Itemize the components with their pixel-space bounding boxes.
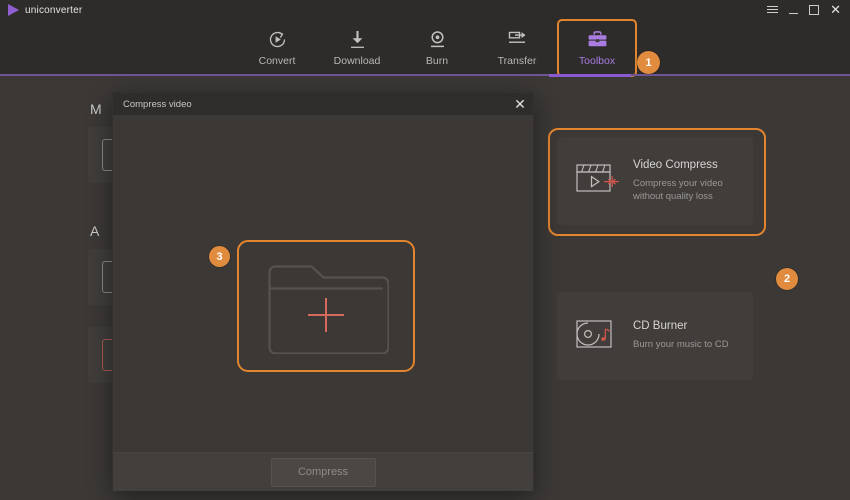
- close-icon[interactable]: ✕: [830, 6, 841, 14]
- app-logo: uniconverter: [0, 4, 82, 16]
- video-compress-subtitle: Compress your video without quality loss: [633, 178, 743, 204]
- maximize-icon[interactable]: [809, 5, 819, 15]
- nav-tab-download[interactable]: Download: [317, 20, 397, 75]
- step-badge-1: 1: [637, 51, 660, 74]
- dialog-body: 3: [113, 115, 533, 452]
- cd-burner-title: CD Burner: [633, 320, 743, 332]
- nav-tab-convert-label: Convert: [259, 55, 296, 67]
- application-window: uniconverter ✕ Convert: [0, 0, 850, 500]
- step-badge-2: 2: [776, 268, 798, 290]
- video-compress-text: Video Compress Compress your video witho…: [633, 159, 743, 204]
- dialog-close-icon[interactable]: ✕: [507, 93, 533, 115]
- folder-add-icon: [263, 258, 389, 354]
- dialog-title-bar: Compress video ✕: [113, 93, 533, 115]
- cd-burner-text: CD Burner Burn your music to CD: [633, 320, 743, 352]
- cd-burner-card[interactable]: CD Burner Burn your music to CD: [557, 292, 753, 380]
- compress-button[interactable]: Compress: [271, 458, 376, 487]
- main-navigation: Convert Download: [0, 20, 850, 75]
- video-compress-title: Video Compress: [633, 159, 743, 171]
- transfer-icon: [506, 28, 529, 50]
- nav-tab-transfer[interactable]: Transfer: [477, 20, 557, 75]
- app-name: uniconverter: [25, 5, 82, 16]
- title-bar: uniconverter ✕: [0, 0, 850, 20]
- clapperboard-compress-icon: [575, 161, 619, 202]
- window-controls: ✕: [767, 5, 850, 15]
- play-triangle-logo-icon: [8, 4, 19, 16]
- dialog-footer: Compress: [113, 452, 533, 491]
- drop-zone[interactable]: [237, 240, 415, 372]
- hamburger-icon[interactable]: [767, 6, 778, 14]
- nav-divider: [0, 74, 850, 76]
- minimize-icon[interactable]: [789, 13, 798, 14]
- nav-tab-convert[interactable]: Convert: [237, 20, 317, 75]
- download-icon: [347, 28, 368, 50]
- nav-tab-download-label: Download: [334, 55, 381, 67]
- nav-tab-toolbox[interactable]: Toolbox: [557, 19, 637, 77]
- compress-video-dialog: Compress video ✕ 3 Compress: [113, 93, 533, 490]
- convert-icon: [267, 28, 288, 50]
- nav-tab-burn-label: Burn: [426, 55, 448, 67]
- toolbox-icon: [586, 28, 609, 50]
- cd-burner-subtitle: Burn your music to CD: [633, 339, 743, 352]
- video-compress-card[interactable]: Video Compress Compress your video witho…: [557, 137, 753, 225]
- dialog-title: Compress video: [123, 99, 192, 110]
- cd-music-note-icon: [575, 316, 619, 357]
- nav-tab-transfer-label: Transfer: [498, 55, 537, 67]
- burn-icon: [427, 28, 448, 50]
- plus-horizontal: [308, 314, 344, 316]
- nav-tab-burn[interactable]: Burn: [397, 20, 477, 75]
- nav-tab-toolbox-label: Toolbox: [579, 55, 615, 67]
- step-badge-3: 3: [209, 246, 230, 267]
